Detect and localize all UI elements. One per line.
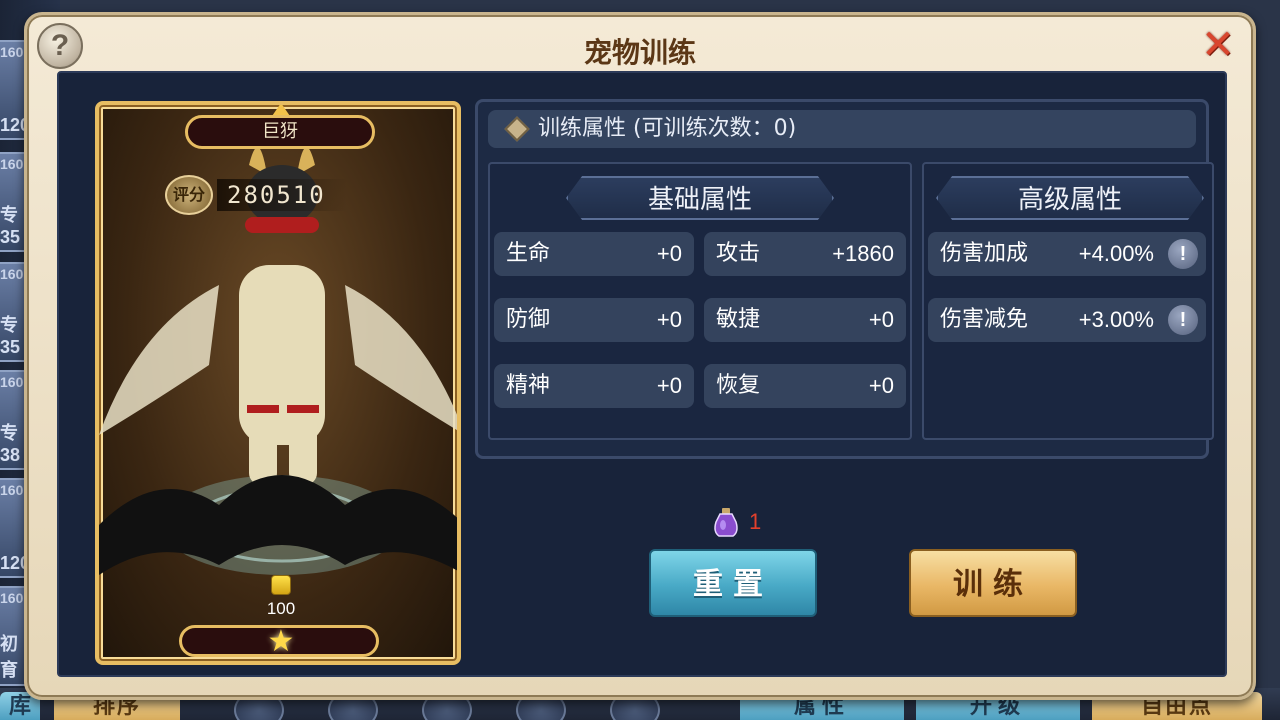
stat-label: 伤害加成 bbox=[940, 241, 1029, 266]
train-button[interactable]: 训练 bbox=[909, 549, 1077, 617]
stat-value: +0 bbox=[868, 373, 894, 398]
stat-value: +0 bbox=[656, 241, 682, 266]
stat-value: +3.00% bbox=[1078, 307, 1154, 332]
stat-label: 恢复 bbox=[716, 373, 761, 398]
stat-damage-reduction: 伤害减免 +3.00% ! bbox=[928, 298, 1206, 342]
advanced-attributes-title: 高级属性 bbox=[936, 176, 1204, 220]
stat-label: 攻击 bbox=[716, 241, 761, 266]
stat-hp: 生命 +0 bbox=[494, 232, 694, 276]
stat-value: +0 bbox=[656, 373, 682, 398]
basic-attributes-panel: 基础属性 生命 +0 攻击 +1860 防御 +0 敏捷 +0 精神 +0 恢复… bbox=[488, 162, 912, 440]
stat-label: 敏捷 bbox=[716, 307, 761, 332]
basic-attributes-title: 基础属性 bbox=[566, 176, 834, 220]
coin-icon bbox=[271, 575, 291, 595]
info-icon[interactable]: ! bbox=[1168, 239, 1198, 269]
stats-header-text: 训练属性 (可训练次数：0) bbox=[538, 116, 797, 141]
slot-level: 160 bbox=[0, 156, 24, 172]
slot-level: 160 bbox=[0, 590, 24, 606]
stat-value: +1860 bbox=[832, 241, 894, 266]
stat-value: +4.00% bbox=[1078, 241, 1154, 266]
stats-header: 训练属性 (可训练次数：0) bbox=[488, 110, 1196, 148]
potion-count: 1 bbox=[749, 509, 762, 534]
stat-label: 伤害减免 bbox=[940, 307, 1029, 332]
pet-name: 巨犽 bbox=[185, 115, 375, 149]
slot-level: 160 bbox=[0, 44, 24, 60]
stat-attack: 攻击 +1860 bbox=[704, 232, 906, 276]
stat-value: +0 bbox=[656, 307, 682, 332]
stat-label: 防御 bbox=[506, 307, 551, 332]
help-button[interactable]: ? bbox=[37, 23, 83, 69]
slot-level: 160 bbox=[0, 482, 24, 498]
pet-score: 评分 280510 bbox=[165, 175, 347, 215]
info-icon[interactable]: ! bbox=[1168, 305, 1198, 335]
reset-button[interactable]: 重置 bbox=[649, 549, 817, 617]
pet-training-dialog: 宠物训练 ? ✕ 巨犽 评分 280510 100 ★ 训练属性 (可训练次数：… bbox=[24, 12, 1256, 700]
close-button[interactable]: ✕ bbox=[1197, 25, 1239, 67]
stat-recovery: 恢复 +0 bbox=[704, 364, 906, 408]
dialog-title: 宠物训练 bbox=[583, 36, 696, 69]
stat-label: 精神 bbox=[506, 373, 551, 398]
stat-damage-bonus: 伤害加成 +4.00% ! bbox=[928, 232, 1206, 276]
pet-card: 巨犽 评分 280510 100 ★ bbox=[95, 101, 461, 665]
training-stats-panel: 训练属性 (可训练次数：0) 基础属性 生命 +0 攻击 +1860 防御 +0… bbox=[475, 99, 1214, 459]
dialog-body: 巨犽 评分 280510 100 ★ 训练属性 (可训练次数：0) 基础属性 生… bbox=[57, 71, 1227, 677]
stat-agility: 敏捷 +0 bbox=[704, 298, 906, 342]
star-icon: ★ bbox=[267, 624, 295, 659]
advanced-attributes-panel: 高级属性 伤害加成 +4.00% ! 伤害减免 +3.00% ! bbox=[922, 162, 1214, 440]
stat-defense: 防御 +0 bbox=[494, 298, 694, 342]
slot-level: 160 bbox=[0, 374, 24, 390]
slot-level: 160 bbox=[0, 266, 24, 282]
potion-icon bbox=[714, 508, 738, 537]
score-badge: 评分 bbox=[165, 175, 213, 215]
cost-value: 100 bbox=[266, 599, 296, 618]
score-value: 280510 bbox=[217, 179, 347, 211]
stat-value: +0 bbox=[868, 307, 894, 332]
stat-spirit: 精神 +0 bbox=[494, 364, 694, 408]
diamond-icon bbox=[504, 116, 530, 142]
stat-label: 生命 bbox=[506, 241, 551, 266]
